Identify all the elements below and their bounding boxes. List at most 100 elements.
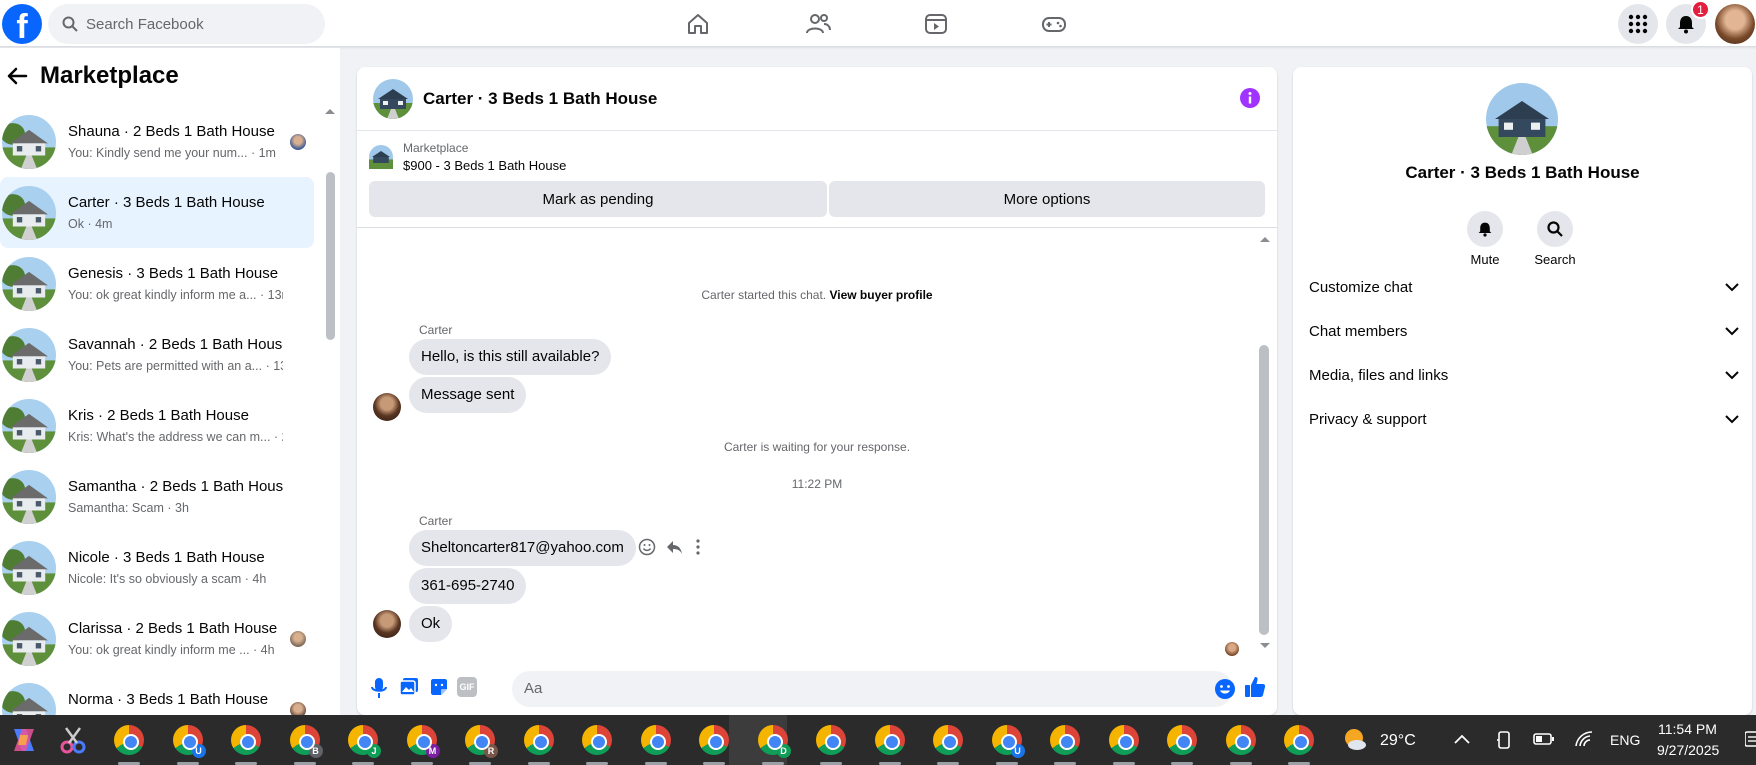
chrome-taskbar-icon[interactable] <box>1108 725 1139 755</box>
chrome-taskbar-icon[interactable]: M <box>406 725 440 758</box>
conversation-item[interactable]: Clarissa · 2 Beds 1 Bath House You: ok g… <box>0 603 314 674</box>
clock-date[interactable]: 9/27/2025 <box>1657 742 1719 758</box>
chevron-down-icon <box>1725 326 1739 335</box>
conversation-item[interactable]: Shauna · 2 Beds 1 Bath House You: Kindly… <box>0 106 314 177</box>
chat-title[interactable]: Carter · 3 Beds 1 Bath House <box>423 89 657 109</box>
conversation-house-photo[interactable] <box>1486 83 1558 155</box>
conversation-name: Norma · 3 Beds 1 Bath House <box>68 691 269 708</box>
message-bubble[interactable]: Ok <box>409 606 453 642</box>
profile-avatar[interactable] <box>1715 4 1755 44</box>
chrome-taskbar-icon[interactable] <box>640 725 671 755</box>
chrome-taskbar-icon[interactable]: B <box>289 725 323 758</box>
notifications-button[interactable]: 1 <box>1666 0 1710 44</box>
sender-avatar[interactable] <box>373 610 401 638</box>
chrome-taskbar-icon[interactable] <box>114 725 144 755</box>
friends-nav-button[interactable] <box>796 8 840 40</box>
photo-attach-icon[interactable] <box>399 677 419 697</box>
chrome-taskbar-icon[interactable] <box>816 725 846 755</box>
menu-button[interactable] <box>1618 4 1658 44</box>
conversation-preview: Ok · 4m <box>68 217 113 231</box>
like-icon[interactable] <box>1243 675 1267 699</box>
conversation-preview: You: Pets are permitted with an a... · 1… <box>68 359 283 373</box>
search-input[interactable]: Search Facebook <box>48 4 325 44</box>
snipping-tool-icon[interactable] <box>58 725 88 755</box>
info-section-row[interactable]: Customize chat <box>1309 267 1739 307</box>
chrome-taskbar-icon[interactable]: R <box>465 725 498 758</box>
message-bubble[interactable]: Message sent <box>409 377 527 413</box>
conversation-item[interactable]: Savannah · 2 Beds 1 Bath House You: Pets… <box>0 319 314 390</box>
home-nav-button[interactable] <box>676 8 720 40</box>
house-photo-icon <box>2 540 56 595</box>
chrome-taskbar-icon[interactable]: U <box>172 725 206 758</box>
sender-avatar[interactable] <box>373 393 401 421</box>
bell-icon <box>1678 16 1694 34</box>
chrome-taskbar-icon[interactable]: D <box>757 725 791 758</box>
gif-button[interactable]: GIF <box>457 677 477 697</box>
chrome-taskbar-icon[interactable]: U <box>991 725 1025 758</box>
input-language[interactable]: ENG <box>1610 732 1640 748</box>
chrome-taskbar-icon[interactable] <box>582 725 612 755</box>
facebook-logo[interactable]: f <box>2 4 42 44</box>
view-buyer-profile-link[interactable]: View buyer profile <box>829 288 932 302</box>
conversation-item[interactable]: Nicole · 3 Beds 1 Bath House Nicole: It'… <box>0 532 314 603</box>
gaming-nav-button[interactable] <box>1032 8 1076 40</box>
chrome-taskbar-icon[interactable] <box>933 725 963 755</box>
chat-scroll-up-icon[interactable] <box>1259 235 1271 243</box>
weather-icon[interactable] <box>1340 726 1368 754</box>
chrome-taskbar-icon[interactable] <box>1050 725 1080 755</box>
chat-house-thumbnail[interactable] <box>373 78 413 119</box>
battery-icon[interactable] <box>1533 732 1555 746</box>
conversation-item[interactable]: Carter · 3 Beds 1 Bath House Ok · 4m <box>0 177 314 248</box>
info-section-row[interactable]: Privacy & support <box>1309 399 1739 439</box>
back-arrow-icon[interactable] <box>6 66 28 86</box>
reply-icon[interactable] <box>665 538 683 556</box>
info-section-row[interactable]: Media, files and links <box>1309 355 1739 395</box>
search-chat-button[interactable] <box>1537 211 1573 247</box>
info-section-label: Chat members <box>1309 322 1408 340</box>
device-icon[interactable] <box>1496 730 1512 750</box>
chrome-taskbar-icon[interactable] <box>231 725 261 755</box>
info-section-row[interactable]: Chat members <box>1309 311 1739 351</box>
conversation-item[interactable]: Samantha · 2 Beds 1 Bath House Samantha:… <box>0 461 314 532</box>
copilot-icon[interactable] <box>10 727 38 753</box>
emoji-icon[interactable] <box>1214 678 1236 700</box>
chrome-taskbar-icon[interactable] <box>1225 725 1256 755</box>
conversation-item[interactable]: Norma · 3 Beds 1 Bath House You: To appl… <box>0 674 314 715</box>
chrome-taskbar-icon[interactable] <box>523 725 554 755</box>
message-input[interactable]: Aa <box>512 671 1233 707</box>
info-icon[interactable] <box>1239 87 1261 109</box>
conversation-item[interactable]: Kris · 2 Beds 1 Bath House Kris: What's … <box>0 390 314 461</box>
chrome-taskbar-icon[interactable] <box>1167 725 1197 755</box>
conversation-thumbnail <box>2 611 56 666</box>
react-smiley-icon[interactable] <box>638 538 656 556</box>
message-bubble[interactable]: Sheltoncarter817@yahoo.com <box>409 530 636 566</box>
read-receipt-avatar <box>290 631 306 647</box>
message-bubble[interactable]: Hello, is this still available? <box>409 339 612 375</box>
wifi-icon[interactable] <box>1574 730 1594 748</box>
chrome-taskbar-icon[interactable] <box>1284 725 1314 755</box>
conversation-item[interactable]: Genesis · 3 Beds 1 Bath House You: ok gr… <box>0 248 314 319</box>
house-photo-icon <box>2 256 56 311</box>
message-bubble[interactable]: 361-695-2740 <box>409 568 527 604</box>
read-receipt-avatar <box>1225 642 1239 656</box>
notification-badge: 1 <box>1691 0 1710 19</box>
chat-scroll-down-icon[interactable] <box>1259 642 1271 650</box>
chevron-up-icon[interactable] <box>1454 734 1470 744</box>
weather-temperature[interactable]: 29°C <box>1380 732 1416 750</box>
microphone-icon[interactable] <box>371 677 387 699</box>
more-actions-icon[interactable] <box>695 538 701 556</box>
clock-time[interactable]: 11:54 PM <box>1658 721 1717 737</box>
listing-summary[interactable]: Marketplace $900 - 3 Beds 1 Bath House <box>369 141 566 173</box>
chrome-taskbar-icon[interactable]: J <box>348 725 381 758</box>
notification-center-icon[interactable] <box>1745 730 1756 750</box>
mark-as-pending-button[interactable]: Mark as pending <box>369 181 827 217</box>
more-options-button[interactable]: More options <box>829 181 1265 217</box>
mute-button[interactable] <box>1467 211 1503 247</box>
chrome-taskbar-icon[interactable] <box>699 725 729 755</box>
chrome-taskbar-icon[interactable] <box>874 725 905 755</box>
sidebar-scroll-thumb[interactable] <box>326 172 335 340</box>
sticker-icon[interactable] <box>429 677 449 697</box>
chat-scroll-thumb[interactable] <box>1259 345 1269 635</box>
video-nav-button[interactable] <box>914 8 958 40</box>
scroll-up-icon[interactable] <box>324 107 336 115</box>
